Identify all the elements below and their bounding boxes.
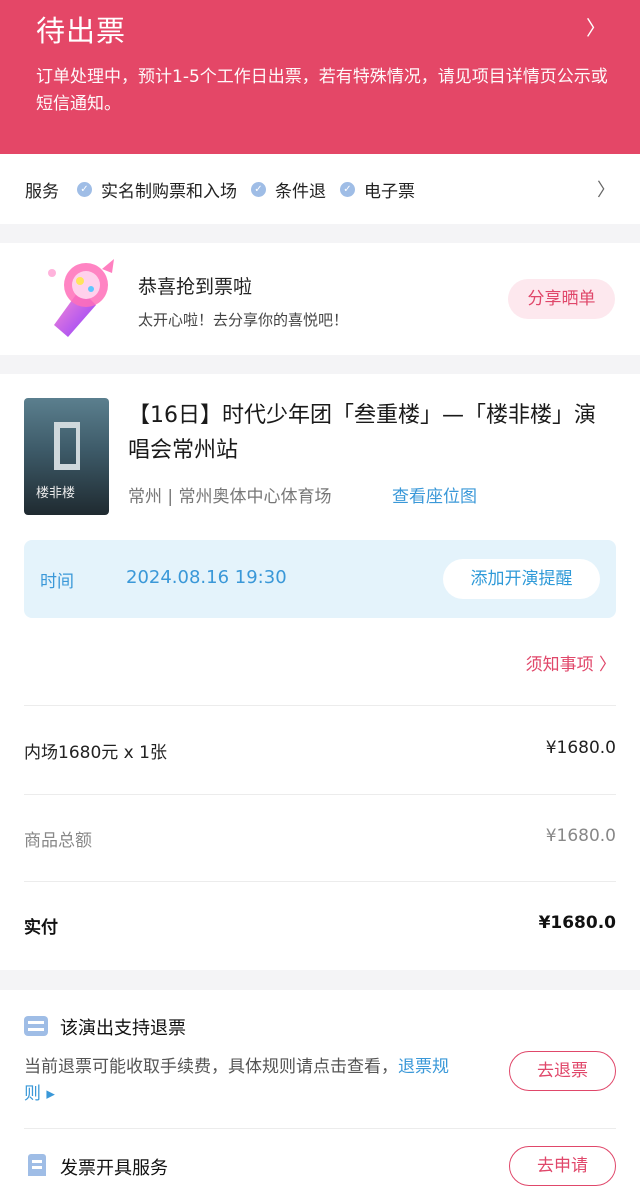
show-time-box: 时间 2024.08.16 19:30 添加开演提醒 (24, 540, 616, 618)
service-tag: ✓ 电子票 (340, 177, 415, 202)
celebration-horn-icon (48, 259, 114, 337)
order-status-description: 订单处理中，预计1-5个工作日出票，若有特殊情况，请见项目详情页公示或短信通知。 (36, 67, 608, 114)
service-tag: ✓ 条件退 (251, 177, 326, 202)
check-icon: ✓ (340, 181, 355, 197)
check-icon: ✓ (251, 181, 266, 197)
show-title[interactable]: 【16日】时代少年团「叁重楼」—「楼非楼」演唱会常州站 (128, 398, 614, 468)
order-status-title: 待出票 (36, 14, 127, 48)
apply-invoice-button[interactable]: 去申请 (509, 1146, 616, 1186)
service-tag-label: 实名制购票和入场 (101, 181, 237, 202)
invoice-icon (28, 1154, 46, 1176)
invoice-title: 发票开具服务 (60, 1158, 168, 1179)
refund-title: 该演出支持退票 (60, 1018, 186, 1039)
subtotal-label: 商品总额 (24, 831, 92, 851)
poster-text: 楼非楼 (36, 486, 76, 501)
refund-description: 当前退票可能收取手续费，具体规则请点击查看，退票规则 ▸ (24, 1054, 464, 1108)
show-poster[interactable]: 楼非楼 (24, 398, 109, 515)
seat-map-link[interactable]: 查看座位图 (392, 482, 477, 507)
time-label: 时间 (40, 572, 74, 592)
divider (24, 881, 616, 882)
service-tag-label: 电子票 (364, 181, 415, 202)
ticket-item-label: 内场1680元 x 1张 (24, 743, 167, 763)
order-detail-card: 楼非楼 【16日】时代少年团「叁重楼」—「楼非楼」演唱会常州站 常州 | 常州奥… (0, 374, 640, 970)
service-row[interactable]: 服务 ✓ 实名制购票和入场 ✓ 条件退 ✓ 电子票 〉 (0, 154, 640, 224)
congrats-title: 恭喜抢到票啦 (138, 276, 253, 298)
chevron-right-icon[interactable]: 〉 (586, 12, 606, 41)
paid-label: 实付 (24, 918, 58, 938)
service-tag-label: 条件退 (275, 181, 326, 202)
service-tag: ✓ 实名制购票和入场 (77, 177, 237, 202)
service-label: 服务 (25, 181, 59, 202)
add-reminder-button[interactable]: 添加开演提醒 (443, 559, 600, 599)
time-value: 2024.08.16 19:30 (126, 567, 287, 588)
refund-description-text: 当前退票可能收取手续费，具体规则请点击查看， (24, 1057, 398, 1077)
congrats-subtitle: 太开心啦！去分享你的喜悦吧！ (138, 311, 349, 329)
share-button[interactable]: 分享晒单 (508, 279, 615, 319)
divider (24, 794, 616, 795)
ticket-item-price: ¥1680.0 (545, 738, 616, 758)
check-icon: ✓ (77, 181, 92, 197)
subtotal-value: ¥1680.0 (545, 826, 616, 846)
refund-card: 该演出支持退票 当前退票可能收取手续费，具体规则请点击查看，退票规则 ▸ 去退票… (0, 990, 640, 1198)
congrats-card: 恭喜抢到票啦 太开心啦！去分享你的喜悦吧！ 分享晒单 (0, 243, 640, 355)
divider (24, 1128, 616, 1129)
divider (24, 705, 616, 706)
poster-graphic (54, 422, 80, 470)
paid-value: ¥1680.0 (538, 913, 616, 933)
refund-button[interactable]: 去退票 (509, 1051, 616, 1091)
show-venue: 常州 | 常州奥体中心体育场 (128, 487, 332, 507)
ticket-icon (24, 1016, 48, 1036)
notice-link[interactable]: 须知事项 〉 (526, 650, 616, 675)
chevron-right-icon[interactable]: 〉 (597, 176, 615, 202)
order-status-header[interactable]: 待出票 〉 订单处理中，预计1-5个工作日出票，若有特殊情况，请见项目详情页公示… (0, 0, 640, 154)
